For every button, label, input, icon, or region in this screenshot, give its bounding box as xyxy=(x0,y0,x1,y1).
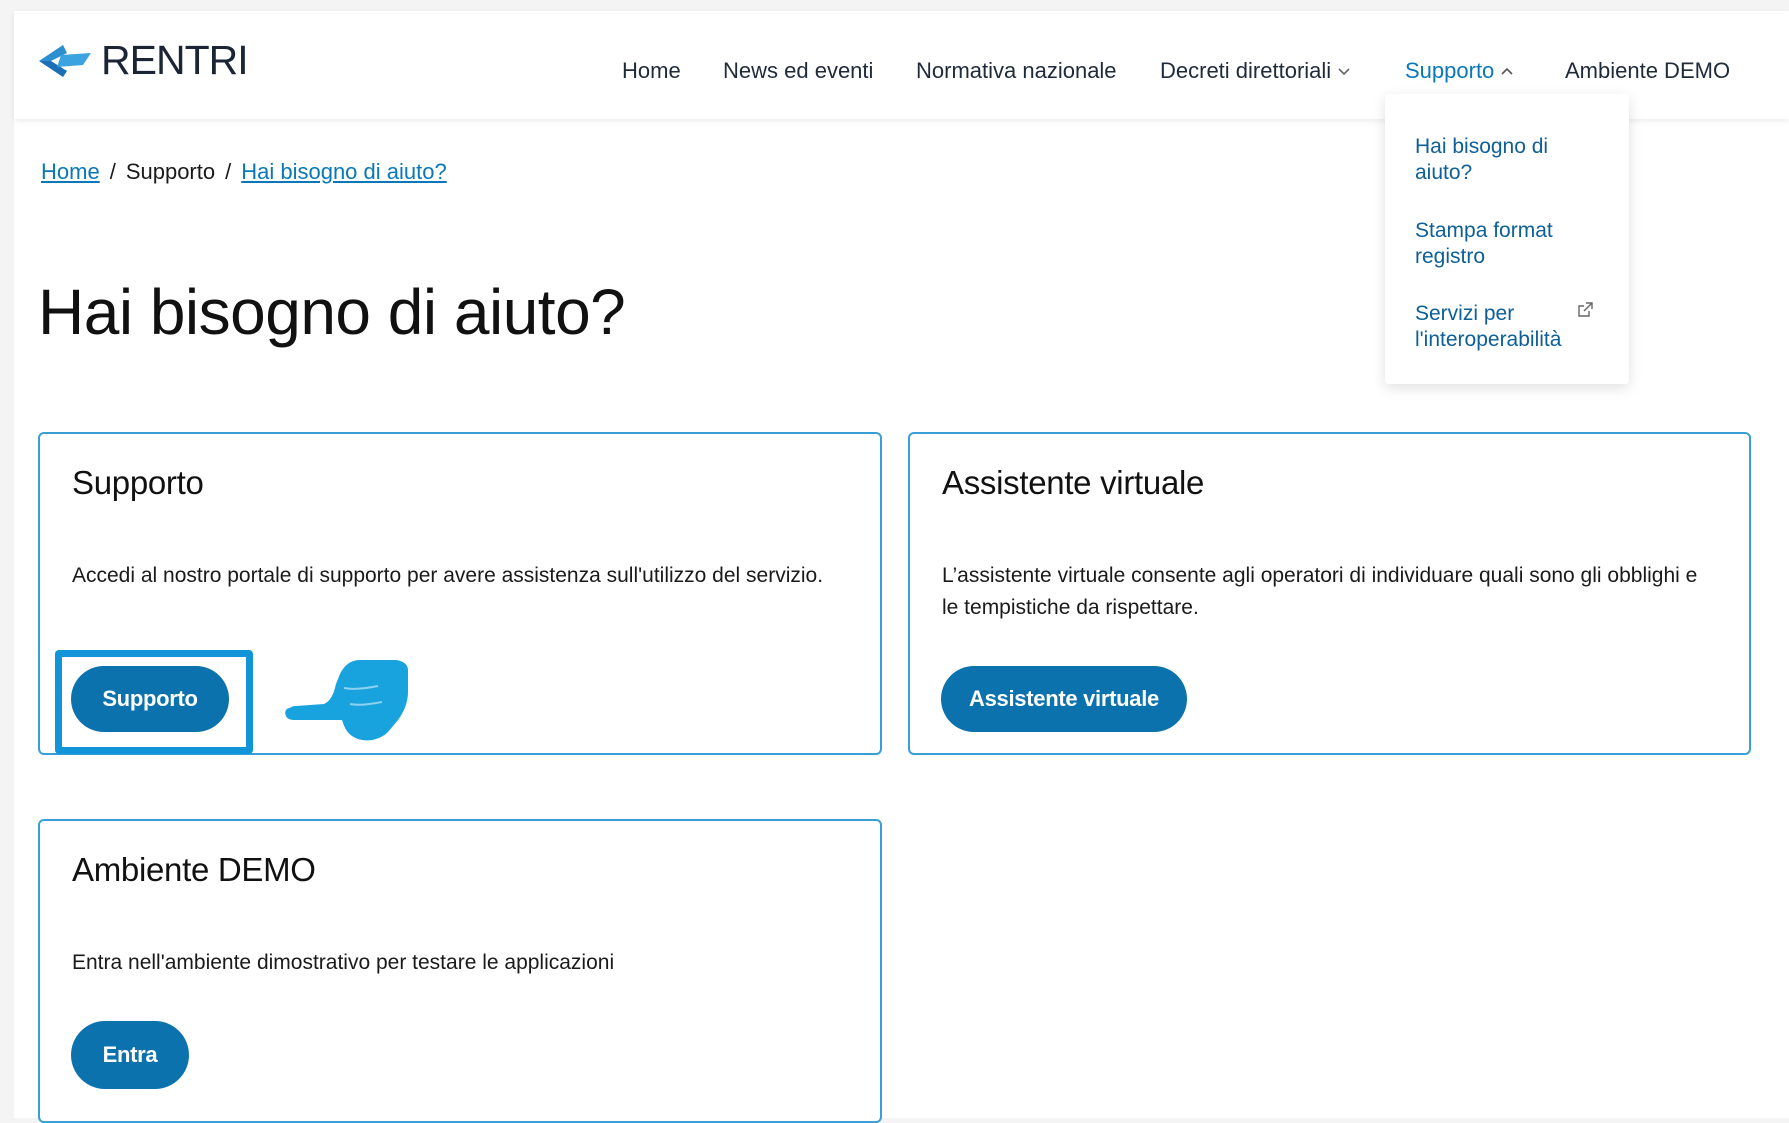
dropdown-item-hai-bisogno[interactable]: Hai bisogno di aiuto? xyxy=(1415,134,1585,186)
nav-item-label: Supporto xyxy=(1405,58,1495,83)
nav-item-decreti[interactable]: Decreti direttoriali xyxy=(1160,58,1351,84)
card-title: Supporto xyxy=(72,464,204,501)
pointing-hand-icon xyxy=(285,660,408,741)
nav-item-label: Ambiente DEMO xyxy=(1565,58,1731,83)
nav-item-supporto[interactable]: Supporto xyxy=(1405,58,1514,84)
nav-item-news[interactable]: News ed eventi xyxy=(723,58,873,84)
main-navigation: Home News ed eventi Normativa nazionale … xyxy=(14,58,1789,88)
dropdown-item-stampa-format[interactable]: Stampa format registro xyxy=(1415,218,1585,270)
card-supporto: Supporto Accedi al nostro portale di sup… xyxy=(38,432,882,755)
nav-item-label: Home xyxy=(622,58,681,83)
breadcrumb-separator: / xyxy=(225,159,232,184)
nav-item-label: Normativa nazionale xyxy=(916,58,1117,83)
dropdown-item-servizi-interoperabilita[interactable]: Servizi per l'interoperabilità xyxy=(1415,301,1585,353)
card-title: Assistente virtuale xyxy=(942,464,1205,501)
nav-item-ambiente-demo[interactable]: Ambiente DEMO xyxy=(1565,58,1730,84)
card-title: Ambiente DEMO xyxy=(72,851,316,888)
breadcrumb: Home / Supporto / Hai bisogno di aiuto? xyxy=(41,159,447,185)
chevron-up-icon xyxy=(1501,67,1513,75)
supporto-dropdown-menu: Hai bisogno di aiuto? Stampa format regi… xyxy=(1385,94,1629,384)
card-description: Accedi al nostro portale di supporto per… xyxy=(72,564,824,587)
card-description: L’assistente virtuale consente agli oper… xyxy=(942,564,1698,619)
nav-item-label: Decreti direttoriali xyxy=(1160,58,1332,83)
card-assistente-virtuale: Assistente virtuale L’assistente virtual… xyxy=(908,432,1751,755)
assistente-virtuale-button[interactable]: Assistente virtuale xyxy=(941,666,1187,732)
entra-button[interactable]: Entra xyxy=(71,1021,189,1089)
nav-item-normativa[interactable]: Normativa nazionale xyxy=(916,58,1117,84)
external-link-icon xyxy=(1578,302,1593,317)
chevron-down-icon xyxy=(1338,68,1350,76)
page-title: Hai bisogno di aiuto? xyxy=(38,276,626,348)
breadcrumb-separator: / xyxy=(109,159,116,184)
card-ambiente-demo: Ambiente DEMO Entra nell'ambiente dimost… xyxy=(38,819,882,1123)
breadcrumb-home-link[interactable]: Home xyxy=(41,159,100,184)
nav-item-label: News ed eventi xyxy=(723,58,874,83)
nav-item-home[interactable]: Home xyxy=(622,58,681,84)
breadcrumb-current-section: Supporto xyxy=(125,159,216,184)
card-description: Entra nell'ambiente dimostrativo per tes… xyxy=(72,951,615,974)
page: RENTRI Home News ed eventi Normativa naz… xyxy=(14,11,1789,1123)
supporto-button[interactable]: Supporto xyxy=(71,666,229,732)
breadcrumb-current-page-link[interactable]: Hai bisogno di aiuto? xyxy=(241,159,446,184)
